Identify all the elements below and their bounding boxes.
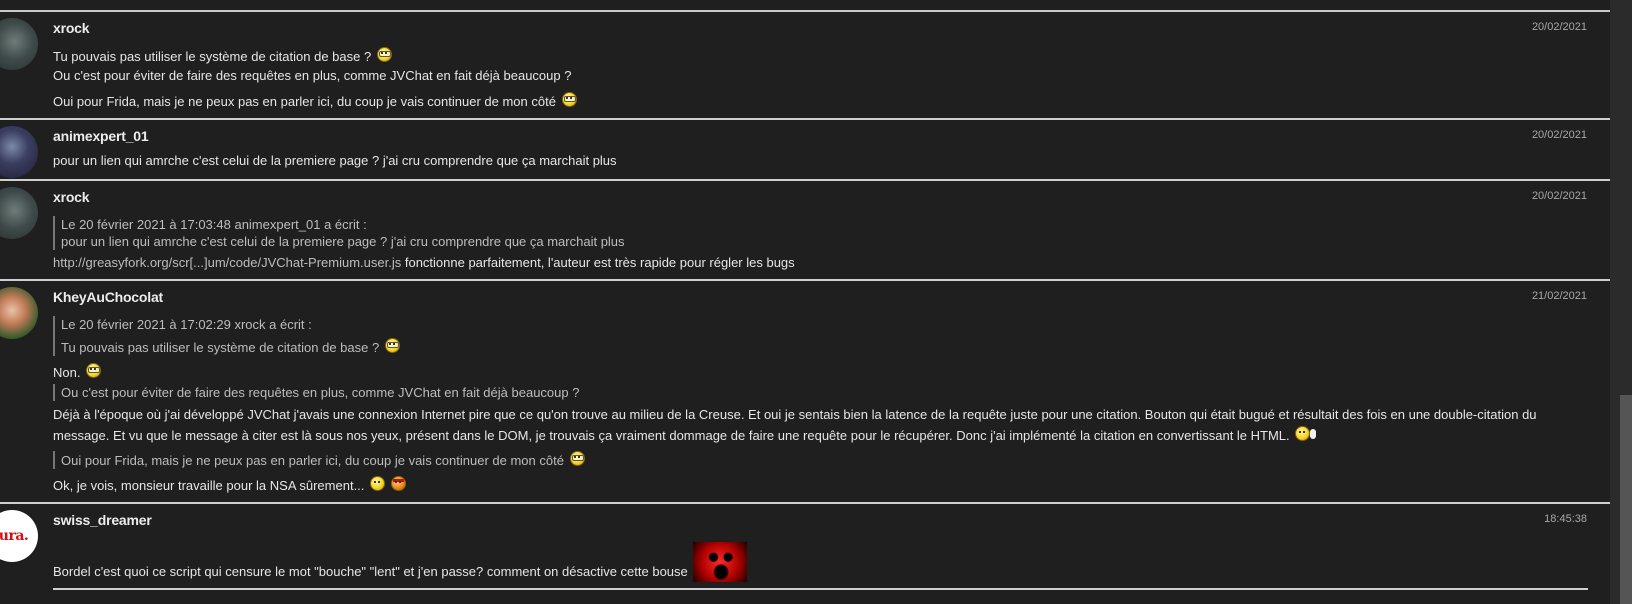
post-date[interactable]: 20/02/2021 [1532, 190, 1587, 202]
author-name[interactable]: animexpert_01 [53, 120, 1588, 146]
angry-smiley-icon [390, 476, 406, 491]
avatar[interactable]: ssura. [0, 510, 38, 562]
quote-line: Tu pouvais pas utiliser le système de ci… [61, 338, 1588, 356]
scrollbar-thumb[interactable] [1620, 395, 1632, 604]
quote-block: Ou c'est pour éviter de faire des requêt… [53, 384, 1588, 401]
message-text: Déjà à l'époque où j'ai développé JVChat… [53, 407, 1537, 422]
post-kheyauchocolat: KheyAuChocolat 21/02/2021 Le 20 février … [0, 281, 1610, 504]
message-text: fonctionne parfaitement, l'auteur est tr… [401, 255, 795, 270]
quote-block: Oui pour Frida, mais je ne peux pas en p… [53, 451, 1588, 469]
avatar-logo-text: ssura. [0, 528, 29, 544]
smiley-icon [370, 476, 386, 491]
avatar[interactable] [0, 287, 38, 339]
message-line: Oui pour Frida, mais je ne peux pas en p… [53, 92, 1588, 110]
message-line: Non. [53, 363, 1588, 381]
glasses-smiley-icon [561, 92, 577, 107]
glasses-smiley-icon [376, 47, 392, 62]
red-face-image [693, 542, 748, 582]
author-name[interactable]: KheyAuChocolat [53, 281, 1588, 307]
quote-block: Le 20 février 2021 à 17:02:29 xrock a éc… [53, 316, 1588, 356]
message-line: Ou c'est pour éviter de faire des requêt… [53, 67, 1588, 84]
message-text: Ou c'est pour éviter de faire des requêt… [53, 68, 572, 83]
message-line: Bordel c'est quoi ce script qui censure … [53, 542, 1588, 582]
quote-text: Tu pouvais pas utiliser le système de ci… [61, 340, 380, 355]
message-text: Bordel c'est quoi ce script qui censure … [53, 564, 688, 579]
message-line: pour un lien qui amrche c'est celui de l… [53, 152, 1588, 169]
avatar[interactable] [0, 187, 38, 239]
quote-text: Ou c'est pour éviter de faire des requêt… [61, 385, 580, 400]
message-text: Non. [53, 365, 81, 380]
post-xrock-2: xrock 20/02/2021 Le 20 février 2021 à 17… [0, 181, 1610, 281]
post-date[interactable]: 20/02/2021 [1532, 129, 1587, 141]
quote-header: Le 20 février 2021 à 17:02:29 xrock a éc… [61, 317, 312, 332]
message-text: pour un lien qui amrche c'est celui de l… [53, 153, 617, 168]
post-swiss-dreamer: ssura. swiss_dreamer 18:45:38 Bordel c'e… [0, 504, 1610, 601]
author-name[interactable]: xrock [53, 12, 1588, 38]
message-line: Tu pouvais pas utiliser le système de ci… [53, 47, 1588, 65]
message-line: Ok, je vois, monsieur travaille pour la … [53, 476, 1588, 494]
quote-header: Le 20 février 2021 à 17:03:48 animexpert… [61, 217, 367, 232]
top-separator [0, 0, 1610, 12]
post-date[interactable]: 20/02/2021 [1532, 21, 1587, 33]
post-animexpert: animexpert_01 20/02/2021 pour un lien qu… [0, 120, 1610, 181]
bottom-separator [53, 588, 1588, 593]
message-text: Tu pouvais pas utiliser le système de ci… [53, 49, 372, 64]
message-text: message. Et vu que le message à citer es… [53, 428, 1290, 443]
avatar[interactable] [0, 126, 38, 178]
quote-block: Le 20 février 2021 à 17:03:48 animexpert… [53, 216, 1588, 250]
post-date[interactable]: 21/02/2021 [1532, 290, 1587, 302]
message-text: Ok, je vois, monsieur travaille pour la … [53, 478, 365, 493]
quote-text: pour un lien qui amrche c'est celui de l… [61, 234, 625, 249]
avatar[interactable] [0, 18, 38, 70]
smiley-icon [1295, 426, 1311, 441]
post-date[interactable]: 18:45:38 [1544, 513, 1587, 525]
speech-bubble-icon [1310, 429, 1317, 439]
script-link[interactable]: http://greasyfork.org/scr[...]um/code/JV… [53, 255, 401, 270]
author-name[interactable]: xrock [53, 181, 1588, 207]
message-line: http://greasyfork.org/scr[...]um/code/JV… [53, 254, 1588, 271]
message-text: Oui pour Frida, mais je ne peux pas en p… [53, 94, 556, 109]
post-xrock-1: xrock 20/02/2021 Tu pouvais pas utiliser… [0, 12, 1610, 120]
glasses-smiley-icon [86, 363, 102, 378]
message-feed: xrock 20/02/2021 Tu pouvais pas utiliser… [0, 0, 1610, 601]
glasses-smiley-icon [569, 451, 585, 466]
vertical-scrollbar[interactable] [1610, 0, 1632, 604]
author-name[interactable]: swiss_dreamer [53, 504, 1588, 530]
quote-text: Oui pour Frida, mais je ne peux pas en p… [61, 453, 564, 468]
message-line: Déjà à l'époque où j'ai développé JVChat… [53, 404, 1588, 446]
glasses-smiley-icon [384, 338, 400, 353]
